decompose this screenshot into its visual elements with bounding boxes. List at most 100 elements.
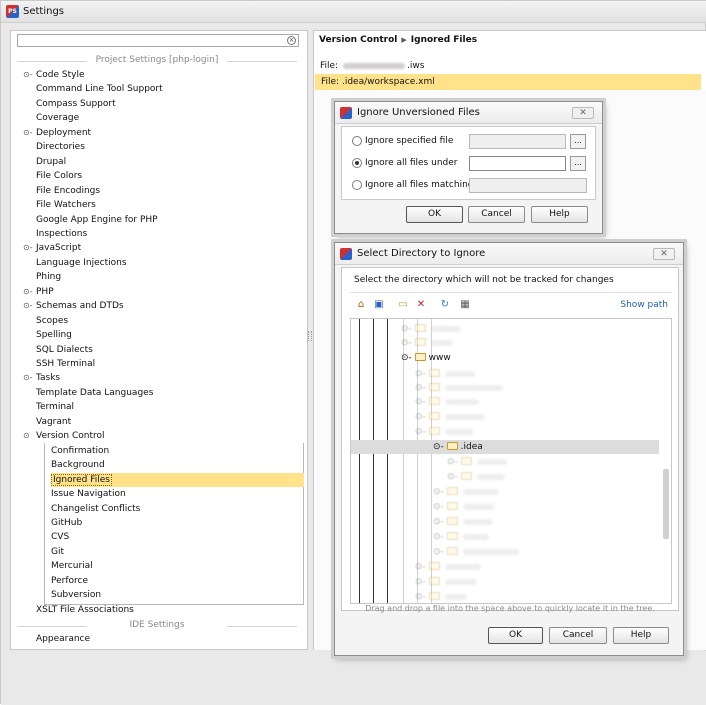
specified-file-field[interactable] — [469, 134, 566, 149]
settings-item-label: Command Line Tool Support — [36, 84, 163, 95]
settings-item-label: JavaScript — [36, 243, 82, 254]
file-path: File: .idea/workspace.xml — [321, 77, 435, 87]
expand-icon[interactable]: ⊙ — [23, 429, 33, 443]
home-icon[interactable]: ⌂ — [354, 298, 368, 312]
settings-item-cvs[interactable]: CVS — [51, 530, 69, 544]
settings-item-mercurial[interactable]: Mercurial — [51, 559, 93, 573]
tree-node[interactable]: ⊙- — [415, 367, 477, 381]
drag-drop-hint: Drag and drop a file into the space abov… — [365, 604, 655, 613]
tree-node[interactable]: ⊙- — [433, 530, 491, 544]
settings-item-label: Compass Support — [36, 98, 116, 109]
delete-icon[interactable]: ✕ — [414, 298, 428, 312]
cancel-button[interactable]: Cancel — [549, 627, 607, 644]
settings-item-perforce[interactable]: Perforce — [51, 574, 88, 588]
tree-node-idea[interactable]: ⊙- .idea — [433, 440, 483, 454]
settings-item-issue-navigation[interactable]: Issue Navigation — [51, 487, 126, 501]
settings-item-ignored-files[interactable]: Ignored Files — [51, 472, 304, 487]
radio-ignore-matching[interactable]: Ignore all files matching — [352, 178, 474, 192]
radio-icon — [352, 135, 362, 146]
directory-tree[interactable]: ⊙- ⊙- ⊙- www ⊙- ⊙- ⊙- ⊙- ⊙- ⊙- .idea ⊙- … — [350, 318, 672, 604]
close-icon[interactable]: ✕ — [653, 248, 675, 260]
settings-item-label: Version Control — [36, 431, 105, 442]
folder-icon — [446, 441, 458, 450]
settings-item-github[interactable]: GitHub — [51, 516, 82, 530]
settings-item-xslt-file-associations[interactable]: XSLT File Associations — [36, 603, 134, 617]
settings-item-label: Deployment — [36, 127, 92, 138]
settings-item-changelist-conflicts[interactable]: Changelist Conflicts — [51, 502, 140, 516]
tree-node[interactable]: ⊙- — [415, 381, 505, 395]
pattern-field[interactable] — [469, 178, 587, 193]
tree-node[interactable]: ⊙- — [415, 425, 475, 439]
help-button[interactable]: Help — [613, 627, 669, 644]
cancel-button[interactable]: Cancel — [468, 206, 525, 223]
expand-icon[interactable]: ⊙- — [23, 68, 33, 82]
tree-node[interactable]: ⊙- — [447, 455, 509, 469]
settings-item-confirmation[interactable]: Confirmation — [51, 444, 109, 458]
settings-item-label: Tasks — [36, 373, 61, 384]
settings-item-label: Drupal — [36, 156, 67, 167]
settings-item-label: File Watchers — [36, 200, 96, 211]
breadcrumb-version-control: Version Control — [319, 35, 398, 45]
tree-node[interactable]: ⊙- — [415, 575, 479, 589]
expand-icon[interactable]: ⊙- — [23, 299, 33, 313]
tree-node[interactable]: ⊙- — [447, 470, 507, 484]
tree-node-www[interactable]: ⊙- www — [401, 351, 451, 365]
refresh-icon[interactable]: ↻ — [438, 298, 452, 312]
tree-node[interactable]: ⊙- — [415, 590, 469, 603]
tree-node[interactable]: ⊙- — [433, 545, 521, 559]
tree-selection-highlight — [351, 440, 659, 454]
tree-node[interactable]: ⊙- — [415, 410, 487, 424]
close-icon[interactable]: ✕ — [572, 107, 594, 119]
settings-item-label: Spelling — [36, 330, 72, 341]
settings-item-background[interactable]: Background — [51, 458, 105, 472]
tree-node[interactable]: ⊙- — [415, 395, 481, 409]
settings-item-appearance[interactable]: Appearance — [36, 632, 90, 646]
expand-icon[interactable]: ⊙- — [23, 126, 33, 140]
browse-file-button[interactable]: ... — [570, 134, 586, 149]
ignored-file-row-selected[interactable]: File: .idea/workspace.xml — [315, 74, 701, 90]
ignore-unversioned-dialog: Ignore Unversioned Files ✕ Ignore specif… — [334, 101, 603, 234]
tree-node[interactable]: ⊙- — [401, 336, 455, 350]
expand-icon[interactable]: ⊙- — [23, 241, 33, 255]
toggle-hidden-icon[interactable]: ▦ — [458, 298, 472, 312]
ok-button[interactable]: OK — [488, 627, 543, 644]
settings-item-label: Subversion — [51, 590, 102, 601]
browse-directory-button[interactable]: ... — [570, 156, 586, 171]
directory-field[interactable] — [469, 156, 566, 171]
settings-item-label: Git — [51, 546, 65, 557]
tree-node[interactable]: ⊙- — [415, 560, 483, 574]
settings-item-label: Schemas and DTDs — [36, 301, 124, 312]
tree-node[interactable]: ⊙- — [433, 485, 501, 499]
settings-item-label: Confirmation — [51, 445, 110, 456]
settings-item-label: Mercurial — [51, 561, 93, 572]
settings-item-label: Coverage — [36, 113, 80, 124]
show-path-link[interactable]: Show path — [620, 300, 668, 310]
dialog-title: Select Directory to Ignore — [357, 248, 486, 259]
tree-node[interactable]: ⊙- — [433, 500, 497, 514]
settings-item-git[interactable]: Git — [51, 545, 64, 559]
expand-icon[interactable]: ⊙- — [23, 371, 33, 385]
splitter-grip[interactable] — [308, 331, 312, 341]
settings-item-label: Vagrant — [36, 416, 72, 427]
settings-search-input[interactable]: × — [17, 34, 299, 47]
help-button[interactable]: Help — [531, 206, 588, 223]
ok-button[interactable]: OK — [406, 206, 463, 223]
clear-search-icon[interactable]: × — [287, 36, 296, 45]
settings-item-label: GitHub — [51, 517, 83, 528]
tree-node[interactable]: ⊙- — [401, 322, 463, 336]
new-folder-icon[interactable]: ▭ — [396, 298, 410, 312]
ide-settings-header: IDE Settings — [17, 620, 297, 630]
radio-ignore-all-under[interactable]: Ignore all files under — [352, 156, 457, 170]
settings-item-label: Changelist Conflicts — [51, 503, 141, 514]
expand-icon[interactable]: ⊙- — [23, 285, 33, 299]
settings-item-label: Background — [51, 460, 105, 471]
project-icon[interactable]: ▣ — [372, 298, 386, 312]
tree-node[interactable]: ⊙- — [433, 515, 495, 529]
directory-tree-scrollbar[interactable] — [663, 469, 669, 539]
dir-toolbar: ⌂ ▣ ▭ ✕ ↻ ▦ — [354, 298, 504, 312]
radio-ignore-specified-file[interactable]: Ignore specified file — [352, 134, 453, 148]
folder-icon — [414, 352, 426, 361]
dialog-title-bar: Ignore Unversioned Files ✕ — [335, 102, 602, 124]
ignored-file-row[interactable]: File: .iws — [320, 58, 706, 74]
settings-item-subversion[interactable]: Subversion — [51, 588, 101, 602]
